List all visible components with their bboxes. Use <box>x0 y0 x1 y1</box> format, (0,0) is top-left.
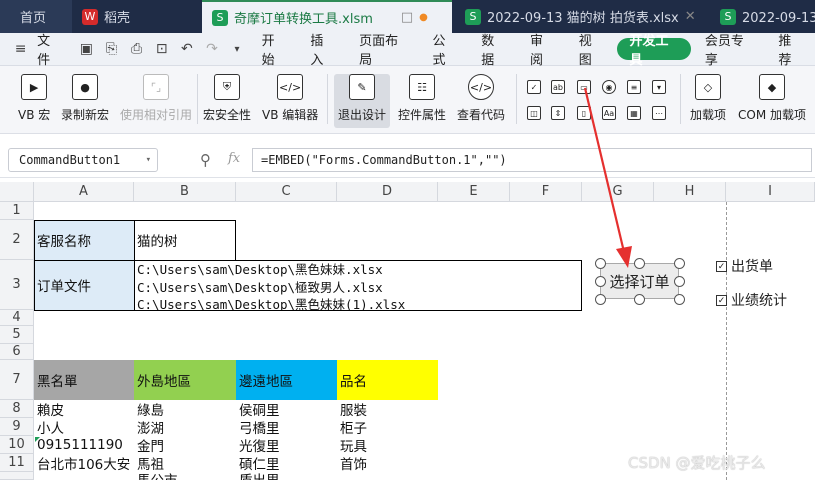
annotation-arrow-icon <box>583 87 632 268</box>
